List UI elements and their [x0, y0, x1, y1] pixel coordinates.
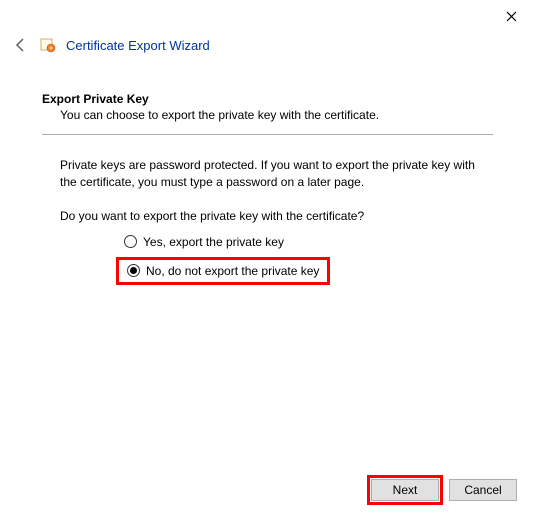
back-button[interactable]: [12, 36, 30, 54]
highlight-next-button: Next: [367, 475, 443, 505]
certificate-icon: [40, 37, 56, 53]
wizard-title: Certificate Export Wizard: [66, 38, 210, 53]
highlight-selected-option: No, do not export the private key: [116, 257, 330, 285]
radio-icon-selected: [127, 264, 140, 277]
radio-no-label: No, do not export the private key: [146, 264, 319, 278]
radio-icon: [124, 235, 137, 248]
info-text: Private keys are password protected. If …: [60, 157, 493, 191]
section-description: You can choose to export the private key…: [60, 108, 493, 122]
radio-yes-label: Yes, export the private key: [143, 235, 284, 249]
divider: [42, 134, 493, 135]
cancel-button[interactable]: Cancel: [449, 479, 517, 501]
question-text: Do you want to export the private key wi…: [60, 209, 493, 223]
next-button[interactable]: Next: [371, 479, 439, 501]
section-title: Export Private Key: [42, 92, 493, 106]
close-button[interactable]: [496, 6, 527, 28]
radio-no-export[interactable]: No, do not export the private key: [123, 262, 323, 280]
radio-yes-export[interactable]: Yes, export the private key: [120, 233, 493, 251]
